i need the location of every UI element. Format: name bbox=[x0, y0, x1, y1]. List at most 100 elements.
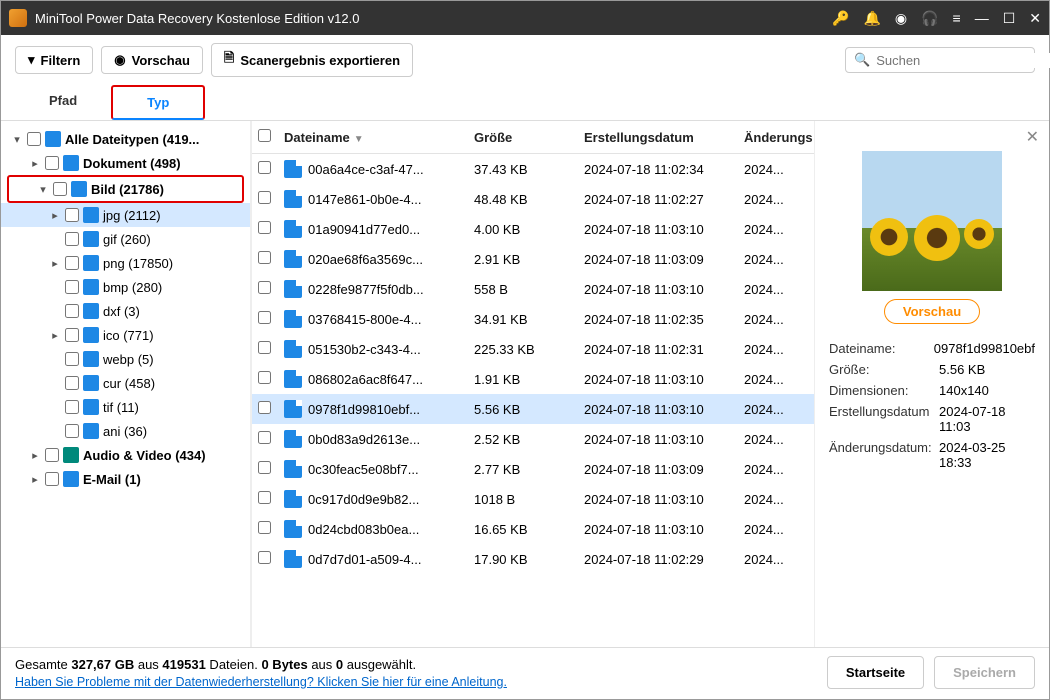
preview-open-button[interactable]: Vorschau bbox=[884, 299, 980, 324]
tree-dxf[interactable]: dxf (3) bbox=[1, 299, 250, 323]
export-button[interactable]: 🗎 Scanergebnis exportieren bbox=[211, 43, 413, 77]
file-row[interactable]: 0978f1d99810ebf... 5.56 KB 2024-07-18 11… bbox=[252, 394, 814, 424]
file-row[interactable]: 0147e861-0b0e-4... 48.48 KB 2024-07-18 1… bbox=[252, 184, 814, 214]
checkbox[interactable] bbox=[65, 376, 79, 390]
minimize-icon[interactable]: — bbox=[975, 10, 989, 26]
row-checkbox[interactable] bbox=[258, 401, 271, 414]
bell-icon[interactable]: 🔔 bbox=[863, 10, 880, 27]
help-link[interactable]: Haben Sie Probleme mit der Datenwiederhe… bbox=[15, 675, 507, 689]
file-row[interactable]: 0b0d83a9d2613e... 2.52 KB 2024-07-18 11:… bbox=[252, 424, 814, 454]
file-icon bbox=[284, 340, 302, 358]
close-preview-icon[interactable]: ✕ bbox=[1026, 127, 1039, 147]
checkbox[interactable] bbox=[65, 328, 79, 342]
col-modified[interactable]: Änderungs bbox=[744, 130, 808, 145]
home-button[interactable]: Startseite bbox=[827, 656, 924, 689]
tab-type[interactable]: Typ bbox=[111, 85, 205, 120]
checkbox[interactable] bbox=[65, 424, 79, 438]
chevron-down-icon[interactable]: ▾ bbox=[37, 183, 49, 196]
tree-cur[interactable]: cur (458) bbox=[1, 371, 250, 395]
file-row[interactable]: 020ae68f6a3569c... 2.91 KB 2024-07-18 11… bbox=[252, 244, 814, 274]
checkbox[interactable] bbox=[65, 256, 79, 270]
col-name[interactable]: Dateiname▼ bbox=[284, 130, 474, 145]
checkbox[interactable] bbox=[45, 156, 59, 170]
tree-gif[interactable]: gif (260) bbox=[1, 227, 250, 251]
file-row[interactable]: 00a6a4ce-c3af-47... 37.43 KB 2024-07-18 … bbox=[252, 154, 814, 184]
file-row[interactable]: 0228fe9877f5f0db... 558 B 2024-07-18 11:… bbox=[252, 274, 814, 304]
checkbox[interactable] bbox=[45, 448, 59, 462]
row-checkbox[interactable] bbox=[258, 191, 271, 204]
file-name: 00a6a4ce-c3af-47... bbox=[308, 162, 474, 177]
checkbox[interactable] bbox=[65, 352, 79, 366]
key-icon[interactable]: 🔑 bbox=[832, 10, 849, 27]
chevron-right-icon[interactable]: ▸ bbox=[29, 157, 41, 170]
tree-bmp[interactable]: bmp (280) bbox=[1, 275, 250, 299]
col-size[interactable]: Größe bbox=[474, 130, 584, 145]
chevron-right-icon[interactable]: ▸ bbox=[49, 329, 61, 342]
file-row[interactable]: 0c917d0d9e9b82... 1018 B 2024-07-18 11:0… bbox=[252, 484, 814, 514]
search-input[interactable] bbox=[876, 53, 1050, 68]
row-checkbox[interactable] bbox=[258, 431, 271, 444]
file-icon bbox=[284, 280, 302, 298]
close-icon[interactable]: ✕ bbox=[1029, 10, 1041, 27]
globe-icon[interactable]: ◉ bbox=[895, 10, 907, 27]
chevron-right-icon[interactable]: ▸ bbox=[49, 257, 61, 270]
checkbox[interactable] bbox=[65, 400, 79, 414]
tree-ani[interactable]: ani (36) bbox=[1, 419, 250, 443]
tree-image[interactable]: ▾ Bild (21786) bbox=[7, 175, 244, 203]
file-size: 225.33 KB bbox=[474, 342, 584, 357]
tree-tif[interactable]: tif (11) bbox=[1, 395, 250, 419]
menu-icon[interactable]: ≡ bbox=[953, 10, 961, 26]
tree-document[interactable]: ▸ Dokument (498) bbox=[1, 151, 250, 175]
tree-ico[interactable]: ▸ ico (771) bbox=[1, 323, 250, 347]
file-row[interactable]: 01a90941d77ed0... 4.00 KB 2024-07-18 11:… bbox=[252, 214, 814, 244]
select-all-checkbox[interactable] bbox=[258, 129, 271, 142]
col-created[interactable]: Erstellungsdatum bbox=[584, 130, 744, 145]
tree-png[interactable]: ▸ png (17850) bbox=[1, 251, 250, 275]
chevron-right-icon[interactable]: ▸ bbox=[29, 473, 41, 486]
chevron-right-icon[interactable]: ▸ bbox=[29, 449, 41, 462]
tab-path[interactable]: Pfad bbox=[15, 85, 111, 120]
checkbox[interactable] bbox=[53, 182, 67, 196]
headphones-icon[interactable]: 🎧 bbox=[921, 10, 938, 27]
file-row[interactable]: 0d24cbd083b0ea... 16.65 KB 2024-07-18 11… bbox=[252, 514, 814, 544]
chevron-right-icon[interactable]: ▸ bbox=[49, 209, 61, 222]
checkbox[interactable] bbox=[65, 208, 79, 222]
file-row[interactable]: 03768415-800e-4... 34.91 KB 2024-07-18 1… bbox=[252, 304, 814, 334]
search-box[interactable]: 🔍 bbox=[845, 47, 1035, 73]
maximize-icon[interactable]: ☐ bbox=[1003, 10, 1016, 27]
row-checkbox[interactable] bbox=[258, 341, 271, 354]
checkbox[interactable] bbox=[27, 132, 41, 146]
file-row[interactable]: 0c30feac5e08bf7... 2.77 KB 2024-07-18 11… bbox=[252, 454, 814, 484]
preview-button[interactable]: ◉ Vorschau bbox=[101, 46, 203, 74]
row-checkbox[interactable] bbox=[258, 371, 271, 384]
tree-webp[interactable]: webp (5) bbox=[1, 347, 250, 371]
tree-all-types[interactable]: ▾ Alle Dateitypen (419... bbox=[1, 127, 250, 151]
filter-button[interactable]: ▾ Filtern bbox=[15, 46, 93, 74]
chevron-down-icon[interactable]: ▾ bbox=[11, 133, 23, 146]
checkbox[interactable] bbox=[65, 304, 79, 318]
checkbox[interactable] bbox=[65, 232, 79, 246]
row-checkbox[interactable] bbox=[258, 311, 271, 324]
row-checkbox[interactable] bbox=[258, 551, 271, 564]
row-checkbox[interactable] bbox=[258, 521, 271, 534]
row-checkbox[interactable] bbox=[258, 491, 271, 504]
row-checkbox[interactable] bbox=[258, 281, 271, 294]
file-icon bbox=[284, 190, 302, 208]
row-checkbox[interactable] bbox=[258, 221, 271, 234]
file-row[interactable]: 051530b2-c343-4... 225.33 KB 2024-07-18 … bbox=[252, 334, 814, 364]
file-row[interactable]: 086802a6ac8f647... 1.91 KB 2024-07-18 11… bbox=[252, 364, 814, 394]
tree-audio-video[interactable]: ▸ Audio & Video (434) bbox=[1, 443, 250, 467]
row-checkbox[interactable] bbox=[258, 161, 271, 174]
checkbox[interactable] bbox=[45, 472, 59, 486]
sidebar-tree[interactable]: ▾ Alle Dateitypen (419... ▸ Dokument (49… bbox=[1, 121, 251, 647]
file-size: 17.90 KB bbox=[474, 552, 584, 567]
row-checkbox[interactable] bbox=[258, 461, 271, 474]
file-list[interactable]: Dateiname▼ Größe Erstellungsdatum Änderu… bbox=[252, 121, 814, 647]
tree-jpg[interactable]: ▸ jpg (2112) bbox=[1, 203, 250, 227]
row-checkbox[interactable] bbox=[258, 251, 271, 264]
file-icon bbox=[284, 160, 302, 178]
tree-email[interactable]: ▸ E-Mail (1) bbox=[1, 467, 250, 491]
save-button[interactable]: Speichern bbox=[934, 656, 1035, 689]
checkbox[interactable] bbox=[65, 280, 79, 294]
file-row[interactable]: 0d7d7d01-a509-4... 17.90 KB 2024-07-18 1… bbox=[252, 544, 814, 574]
